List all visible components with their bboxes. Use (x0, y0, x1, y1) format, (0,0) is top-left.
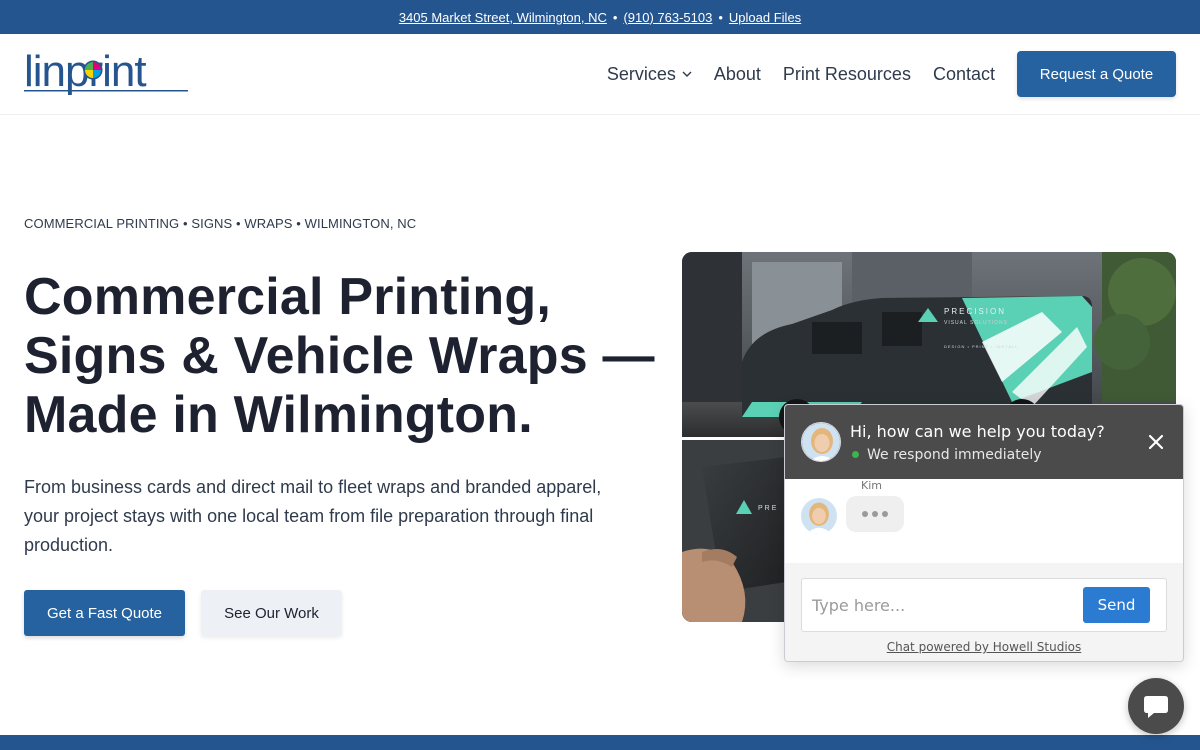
agent-avatar (801, 422, 841, 462)
message-avatar (801, 498, 837, 534)
upload-files-link[interactable]: Upload Files (729, 10, 801, 25)
main-nav: Services About Print Resources Contact R… (607, 51, 1176, 97)
nav-contact[interactable]: Contact (933, 64, 995, 85)
hero-eyebrow: COMMERCIAL PRINTING • SIGNS • WRAPS • WI… (24, 216, 417, 231)
request-quote-button[interactable]: Request a Quote (1017, 51, 1176, 97)
chevron-down-icon (682, 71, 692, 77)
van-brand-line2: VISUAL SOLUTIONS (944, 320, 1008, 326)
chat-launcher-button[interactable] (1128, 678, 1184, 734)
chat-input-box: Send (801, 578, 1167, 632)
fast-quote-button[interactable]: Get a Fast Quote (24, 590, 185, 636)
see-our-work-button[interactable]: See Our Work (201, 590, 342, 636)
online-status-icon (852, 451, 859, 458)
card-brand: PRE (758, 505, 778, 512)
agent-name: Kim (861, 479, 882, 492)
logo-wordmark: linprint (24, 47, 188, 96)
nav-services-label: Services (606, 63, 676, 84)
chat-title: Hi, how can we help you today? (850, 421, 1105, 441)
separator-bullet: • (612, 9, 618, 25)
hero-subtitle: From business cards and direct mail to f… (24, 477, 602, 555)
chat-message-input[interactable] (812, 593, 1072, 617)
nav-print-resources[interactable]: Print Resources (783, 64, 911, 85)
chat-status-text: We respond immediately (867, 446, 1042, 463)
bottom-section-band (0, 735, 1200, 750)
phone-link[interactable]: (910) 763-5103 (623, 10, 712, 25)
address-link[interactable]: 3405 Market Street, Wilmington, NC (399, 10, 607, 25)
send-button[interactable]: Send (1083, 587, 1150, 623)
separator-bullet: • (718, 9, 723, 25)
hero-title: Commercial Printing, Signs & Vehicle Wra… (24, 268, 655, 444)
chat-composer: Send Chat powered by Howell Studios (785, 563, 1183, 661)
logo[interactable]: linprint (24, 46, 190, 104)
chat-widget: Hi, how can we help you today? We respon… (784, 404, 1184, 662)
van-brand-line1: PRECISION (944, 307, 1006, 316)
chat-messages: Kim (785, 479, 1183, 563)
nav-about[interactable]: About (714, 64, 761, 85)
site-header: linprint Services About Print Resources … (0, 34, 1200, 115)
typing-indicator (846, 496, 904, 532)
chat-status: We respond immediately (850, 447, 1105, 463)
top-info-bar: 3405 Market Street, Wilmington, NC • (91… (0, 0, 1200, 34)
van-tagline: DESIGN • PRINT • INSTALL (944, 344, 1018, 349)
agent-photo-small (801, 498, 837, 534)
powered-by-link[interactable]: Chat powered by Howell Studios (785, 640, 1183, 654)
chat-header: Hi, how can we help you today? We respon… (785, 405, 1183, 479)
close-icon[interactable] (1147, 433, 1165, 451)
agent-photo (802, 423, 840, 461)
chat-bubble-icon (1144, 696, 1168, 718)
nav-services[interactable]: Services (607, 64, 692, 85)
